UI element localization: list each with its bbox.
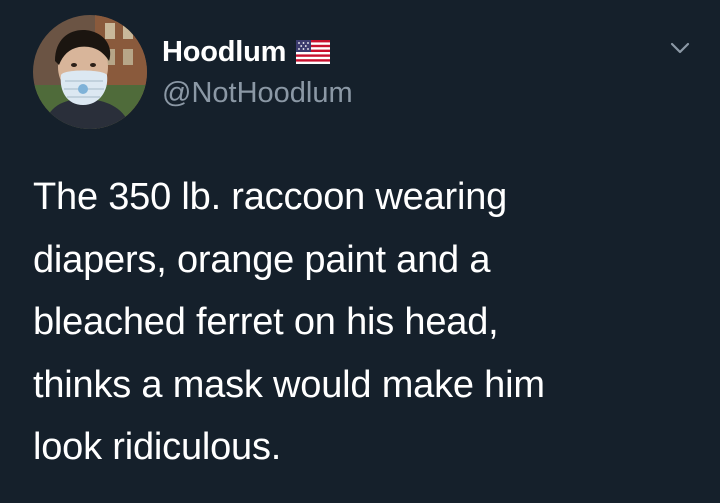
tweet-card: Hoodlum @NotHoodlum The 350 lb. raccoon …	[0, 0, 720, 503]
author-name-row[interactable]: Hoodlum	[162, 34, 331, 70]
avatar-image	[33, 15, 147, 129]
author-display-name[interactable]: Hoodlum	[162, 36, 286, 69]
chevron-down-icon[interactable]	[664, 38, 696, 60]
us-flag-icon	[296, 40, 331, 64]
tweet-text: The 350 lb. raccoon wearing diapers, ora…	[33, 176, 545, 468]
avatar[interactable]	[33, 15, 147, 129]
author-handle[interactable]: @NotHoodlum	[162, 77, 353, 110]
